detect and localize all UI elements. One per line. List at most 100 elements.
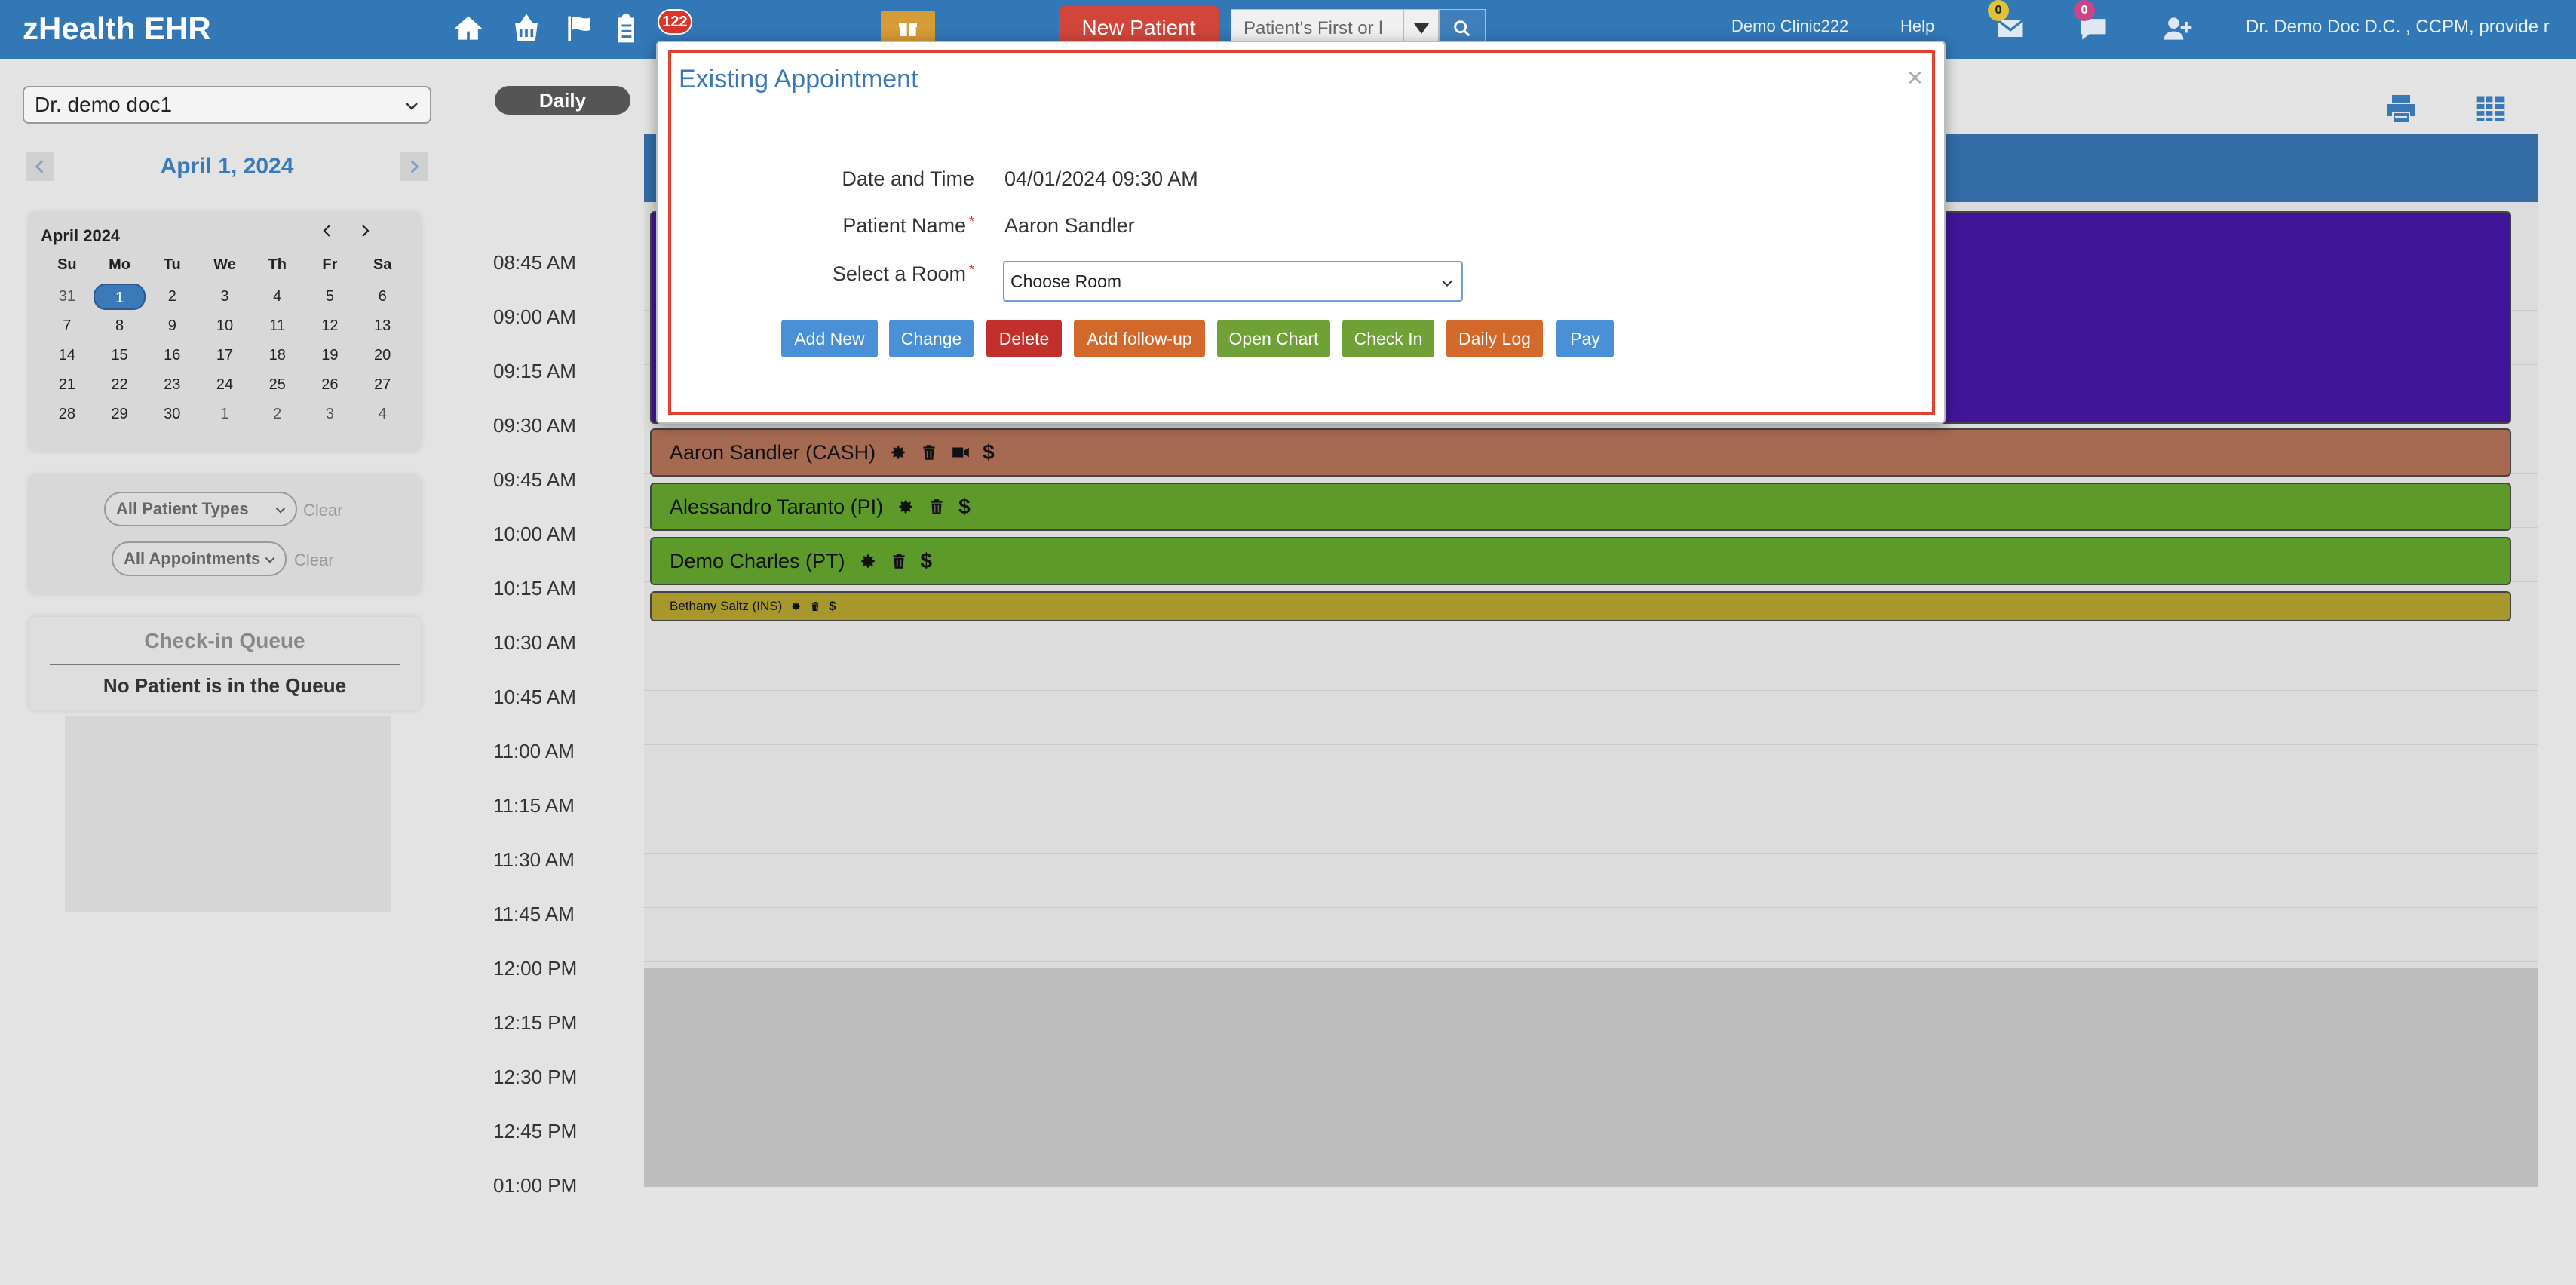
calendar-day[interactable]: 5	[304, 284, 357, 310]
notification-badge[interactable]: 122	[658, 9, 692, 35]
close-icon[interactable]: ×	[1907, 62, 1923, 94]
calendar-day[interactable]: 4	[251, 284, 304, 310]
check-in-button[interactable]: Check In	[1342, 320, 1434, 357]
appointment-block[interactable]: Bethany Saltz (INS) $	[650, 591, 2511, 621]
calendar-day[interactable]: 29	[94, 401, 146, 428]
calendar-day[interactable]: 31	[41, 284, 94, 310]
delete-button[interactable]: Delete	[986, 320, 1062, 357]
appointment-block[interactable]: Demo Charles (PT) $	[650, 537, 2511, 585]
queue-list-area	[65, 716, 391, 912]
calendar-day[interactable]: 18	[251, 342, 304, 369]
open-chart-button[interactable]: Open Chart	[1217, 320, 1330, 357]
clinic-name[interactable]: Demo Clinic222	[1731, 17, 1848, 36]
calendar-day[interactable]: 9	[146, 313, 198, 339]
next-day-button[interactable]	[400, 152, 428, 181]
room-label: Select a Room *	[833, 262, 974, 286]
time-slot-row[interactable]	[644, 799, 2538, 854]
time-slot-row[interactable]	[644, 636, 2538, 691]
calendar-day[interactable]: 14	[41, 342, 94, 369]
dollar-icon[interactable]: $	[829, 599, 836, 614]
add-user-icon[interactable]	[2160, 11, 2196, 47]
clipboard-icon[interactable]	[608, 11, 644, 47]
room-select[interactable]: Choose Room	[1003, 261, 1463, 302]
calendar-day[interactable]: 6	[356, 284, 409, 310]
time-slot-row[interactable]	[644, 745, 2538, 799]
grid-view-icon[interactable]	[2473, 92, 2508, 125]
calendar-day[interactable]: 2	[251, 401, 304, 428]
calendar-day[interactable]: 10	[198, 313, 251, 339]
video-icon[interactable]	[951, 443, 971, 462]
dollar-icon[interactable]: $	[958, 495, 971, 519]
change-button[interactable]: Change	[889, 320, 974, 357]
calendar-day[interactable]: 3	[198, 284, 251, 310]
gear-icon[interactable]	[895, 497, 915, 517]
gear-icon[interactable]	[888, 443, 907, 462]
user-menu[interactable]: Dr. Demo Doc D.C. , CCPM, provide r	[2246, 17, 2576, 38]
calendar-weekday: Mo	[109, 256, 130, 273]
home-icon[interactable]	[450, 11, 486, 47]
calendar-day[interactable]: 17	[198, 342, 251, 369]
calendar-day[interactable]: 15	[94, 342, 146, 369]
dollar-icon[interactable]: $	[921, 549, 933, 573]
clear-patient-types[interactable]: Clear	[303, 501, 343, 520]
calendar-day[interactable]: 4	[356, 401, 409, 428]
daily-view-button[interactable]: Daily	[495, 86, 630, 115]
calendar-day[interactable]: 26	[304, 372, 357, 398]
appointments-filter[interactable]: All Appointments	[112, 541, 287, 576]
calendar-day[interactable]: 11	[251, 313, 304, 339]
calendar-day[interactable]: 1	[93, 284, 146, 310]
calendar-day[interactable]: 13	[356, 313, 409, 339]
calendar-prev-icon[interactable]	[320, 223, 335, 238]
time-label: 12:30 PM	[493, 1066, 578, 1088]
calendar-day[interactable]: 21	[41, 372, 94, 398]
daily-log-button[interactable]: Daily Log	[1446, 320, 1543, 357]
trash-icon[interactable]	[919, 443, 939, 462]
calendar-day[interactable]: 3	[304, 401, 357, 428]
calendar-day[interactable]: 23	[146, 372, 198, 398]
patient-types-filter[interactable]: All Patient Types	[104, 492, 297, 526]
calendar-day[interactable]: 19	[304, 342, 357, 369]
calendar-day[interactable]: 28	[41, 401, 94, 428]
calendar-day[interactable]: 12	[304, 313, 357, 339]
calendar-day[interactable]: 24	[198, 372, 251, 398]
dollar-icon[interactable]: $	[983, 440, 995, 465]
print-icon[interactable]	[2383, 90, 2419, 127]
trash-icon[interactable]	[889, 551, 909, 571]
trash-icon[interactable]	[927, 497, 946, 517]
help-link[interactable]: Help	[1900, 17, 1934, 36]
time-label: 10:30 AM	[493, 631, 576, 654]
appointment-patient-label: Demo Charles (PT)	[670, 549, 845, 572]
add-follow-up-button[interactable]: Add follow-up	[1074, 320, 1205, 357]
existing-appointment-modal: Existing Appointment × Date and Time 04/…	[656, 41, 1946, 424]
calendar-day[interactable]: 22	[94, 372, 146, 398]
clear-appointments[interactable]: Clear	[294, 550, 334, 570]
calendar-day[interactable]: 20	[356, 342, 409, 369]
calendar-weekday: Fr	[322, 256, 338, 273]
calendar-day[interactable]: 7	[41, 313, 94, 339]
basket-icon[interactable]	[508, 11, 544, 47]
gear-icon[interactable]	[857, 551, 877, 571]
flag-icon[interactable]	[561, 11, 597, 47]
calendar-day[interactable]: 27	[356, 372, 409, 398]
calendar-next-icon[interactable]	[357, 223, 373, 238]
appointment-block[interactable]: Aaron Sandler (CASH) $	[650, 428, 2511, 477]
calendar-day[interactable]: 8	[94, 313, 146, 339]
calendar-day[interactable]: 16	[146, 342, 198, 369]
provider-select[interactable]: Dr. demo doc1	[23, 86, 431, 124]
time-slot-row[interactable]	[644, 854, 2538, 908]
current-date: April 1, 2024	[160, 154, 294, 179]
pay-button[interactable]: Pay	[1556, 320, 1614, 357]
calendar-day[interactable]: 30	[146, 401, 198, 428]
time-slot-row[interactable]	[644, 908, 2538, 962]
calendar-day[interactable]: 1	[198, 401, 251, 428]
time-slot-row[interactable]	[644, 691, 2538, 745]
trash-icon[interactable]	[809, 600, 821, 612]
gift-icon[interactable]	[881, 11, 935, 44]
brand-logo[interactable]: zHealth EHR	[23, 11, 211, 47]
appointment-block[interactable]: Alessandro Taranto (PI) $	[650, 483, 2511, 531]
add-new-button[interactable]: Add New	[781, 320, 878, 357]
calendar-day[interactable]: 25	[251, 372, 304, 398]
calendar-day[interactable]: 2	[146, 284, 198, 310]
calendar-weekday: Su	[57, 256, 77, 273]
gear-icon[interactable]	[790, 600, 802, 612]
